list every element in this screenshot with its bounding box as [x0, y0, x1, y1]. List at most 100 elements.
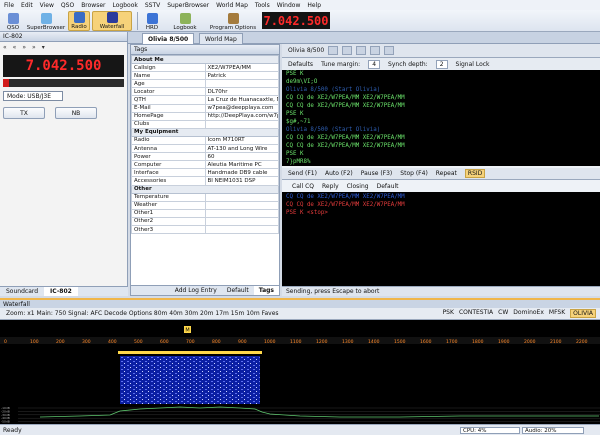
macro-closing-button[interactable]: Closing: [347, 183, 369, 190]
tag-value[interactable]: w7pea@deepplaya.com: [204, 103, 279, 113]
tuning-marker[interactable]: M: [184, 326, 191, 334]
tags-row[interactable]: Weather: [131, 200, 279, 210]
transmit-window[interactable]: CQ CQ de XE2/W7PEA/MM XE2/W7PEA/MM CQ CQ …: [282, 192, 600, 286]
menu-item-logbook[interactable]: Logbook: [113, 2, 138, 9]
logbook-button[interactable]: Logbook: [165, 13, 205, 31]
tags-row[interactable]: Other1: [131, 208, 279, 218]
tags-row[interactable]: Radio Icom M710RT: [131, 135, 279, 146]
next-icon[interactable]: »: [22, 44, 26, 51]
tags-row[interactable]: Accessories BI NEIM1031 DSP: [131, 176, 279, 186]
tab-soundcard[interactable]: Soundcard: [0, 287, 44, 296]
tag-value[interactable]: [204, 208, 279, 218]
tags-row[interactable]: Computer Aleutia Maritime PC: [131, 160, 279, 170]
tags-row[interactable]: Power 60: [131, 152, 279, 162]
tab-tags[interactable]: Tags: [253, 286, 279, 295]
first-icon[interactable]: «: [3, 44, 7, 51]
menu-item-edit[interactable]: Edit: [21, 2, 33, 9]
superbrowser-button[interactable]: SuperBrowser: [26, 13, 66, 31]
tx-toolbar-auto-f2-button[interactable]: Auto (F2): [325, 170, 353, 177]
tags-row[interactable]: Antenna AT-130 and Long Wire: [131, 144, 279, 154]
waterfall-mode-mfsk[interactable]: MFSK: [549, 309, 565, 318]
tags-section-header[interactable]: My Equipment: [131, 127, 279, 137]
settings-icon[interactable]: [384, 46, 395, 55]
menu-item-superbrowser[interactable]: SuperBrowser: [167, 2, 209, 9]
tags-row[interactable]: Age: [131, 79, 279, 89]
waterfall-controls[interactable]: Zoom: x1 Main: 750 Signal: AFC Decode Op…: [6, 310, 279, 317]
radio-frequency-display[interactable]: 7.042.500: [3, 55, 124, 77]
toolbar-frequency-display[interactable]: 7.042.500: [262, 12, 330, 29]
olivia-mode-tab[interactable]: Olivia 8/500: [288, 47, 324, 54]
tags-row[interactable]: Other2: [131, 216, 279, 226]
tag-value[interactable]: Icom M710RT: [204, 135, 279, 146]
menu-item-sstv[interactable]: SSTV: [145, 2, 160, 9]
macro-call-cq-button[interactable]: Call CQ: [292, 183, 314, 190]
waterfall-svg[interactable]: 0 100 200 300 400 500 600 700 800 900 1000 1100 1200…: [0, 320, 600, 424]
nb-button[interactable]: NB: [55, 107, 97, 119]
waterfall-mode-olivia[interactable]: OLIVIA: [570, 309, 596, 318]
tags-section-header[interactable]: Other: [131, 184, 279, 194]
tag-value[interactable]: [204, 192, 279, 202]
menu-item-help[interactable]: Help: [307, 2, 321, 9]
tag-value[interactable]: 60: [204, 152, 279, 162]
tag-value[interactable]: DL70hr: [204, 87, 279, 97]
macro-default-button[interactable]: Default: [377, 183, 399, 190]
menu-item-world-map[interactable]: World Map: [216, 2, 248, 9]
tune-margin-value[interactable]: 4: [368, 60, 381, 69]
save-icon[interactable]: [328, 46, 339, 55]
tag-value[interactable]: AT-130 and Long Wire: [204, 144, 279, 154]
tag-value[interactable]: [204, 119, 279, 129]
menu-item-browser[interactable]: Browser: [81, 2, 105, 9]
tags-row[interactable]: Locator DL70hr: [131, 87, 279, 97]
defaults-button[interactable]: Defaults: [288, 61, 313, 68]
mode-select[interactable]: Mode: USB/J3E: [3, 91, 63, 101]
radio-button[interactable]: Radio: [68, 11, 90, 31]
waterfall-mode-cw[interactable]: CW: [498, 309, 508, 318]
tag-value[interactable]: BI NEIM1031 DSP: [204, 176, 279, 186]
menu-item-tools[interactable]: Tools: [255, 2, 270, 9]
synch-depth-value[interactable]: 2: [435, 60, 448, 69]
qso-button[interactable]: QSO: [2, 13, 24, 31]
menu-item-window[interactable]: Window: [277, 2, 301, 9]
tag-value[interactable]: XE2/W7PEA/MM: [204, 63, 279, 73]
tab-ic-802[interactable]: IC-802: [44, 287, 78, 296]
settings-icon[interactable]: ▾: [42, 44, 45, 51]
tags-row[interactable]: HomePagehttp://DeepPlaya.com/w7pea: [131, 111, 279, 121]
tab-add-log-entry[interactable]: Add Log Entry: [170, 286, 222, 295]
tags-row[interactable]: E-Mail w7pea@deepplaya.com: [131, 103, 279, 113]
tx-toolbar-stop-f4-button[interactable]: Stop (F4): [400, 170, 428, 177]
tag-value[interactable]: Patrick: [204, 71, 279, 81]
tag-value[interactable]: [204, 200, 279, 210]
tags-row[interactable]: Interface Handmade DB9 cable: [131, 168, 279, 178]
tag-value[interactable]: [204, 79, 279, 89]
tx-toolbar-send-f1-button[interactable]: Send (F1): [288, 170, 317, 177]
tags-row[interactable]: Name Patrick: [131, 71, 279, 81]
tags-row[interactable]: Other3: [131, 224, 279, 235]
tag-value[interactable]: La Cruz de Huanacaxtle, Nayarit, ...: [204, 95, 279, 105]
previous-icon[interactable]: «: [13, 44, 17, 51]
tag-value[interactable]: [204, 216, 279, 226]
tag-value[interactable]: http://DeepPlaya.com/w7pea: [204, 111, 279, 121]
tags-row[interactable]: Callsign XE2/W7PEA/MM: [131, 63, 279, 73]
tx-toolbar-rsid-button[interactable]: RSID: [464, 169, 486, 178]
print-icon[interactable]: [342, 46, 353, 55]
waterfall-mode-dominoex[interactable]: DominoEx: [513, 309, 544, 318]
macro-reply-button[interactable]: Reply: [322, 183, 339, 190]
copy-icon[interactable]: [356, 46, 367, 55]
clear-icon[interactable]: [370, 46, 381, 55]
waterfall-mode-contestia[interactable]: CONTESTIA: [459, 309, 493, 318]
last-icon[interactable]: »: [32, 44, 36, 51]
tx-button[interactable]: TX: [3, 107, 45, 119]
tags-row[interactable]: QTHLa Cruz de Huanacaxtle, Nayarit, ...: [131, 95, 279, 105]
tx-toolbar-repeat-button[interactable]: Repeat: [436, 170, 457, 177]
hrd-button[interactable]: HRD: [141, 13, 163, 31]
waterfall-button[interactable]: Waterfall: [92, 11, 132, 31]
tag-value[interactable]: Handmade DB9 cable: [204, 168, 279, 178]
tags-row[interactable]: Clubs: [131, 119, 279, 129]
menu-item-view[interactable]: View: [40, 2, 54, 9]
waterfall-mode-psk[interactable]: PSK: [443, 309, 454, 318]
tab-olivia[interactable]: Olivia 8/500: [142, 33, 195, 44]
tag-value[interactable]: Aleutia Maritime PC: [204, 160, 279, 170]
program-options-button[interactable]: Program Options: [207, 13, 259, 31]
tags-row[interactable]: Temperature: [131, 192, 279, 202]
menu-item-file[interactable]: File: [4, 2, 14, 9]
